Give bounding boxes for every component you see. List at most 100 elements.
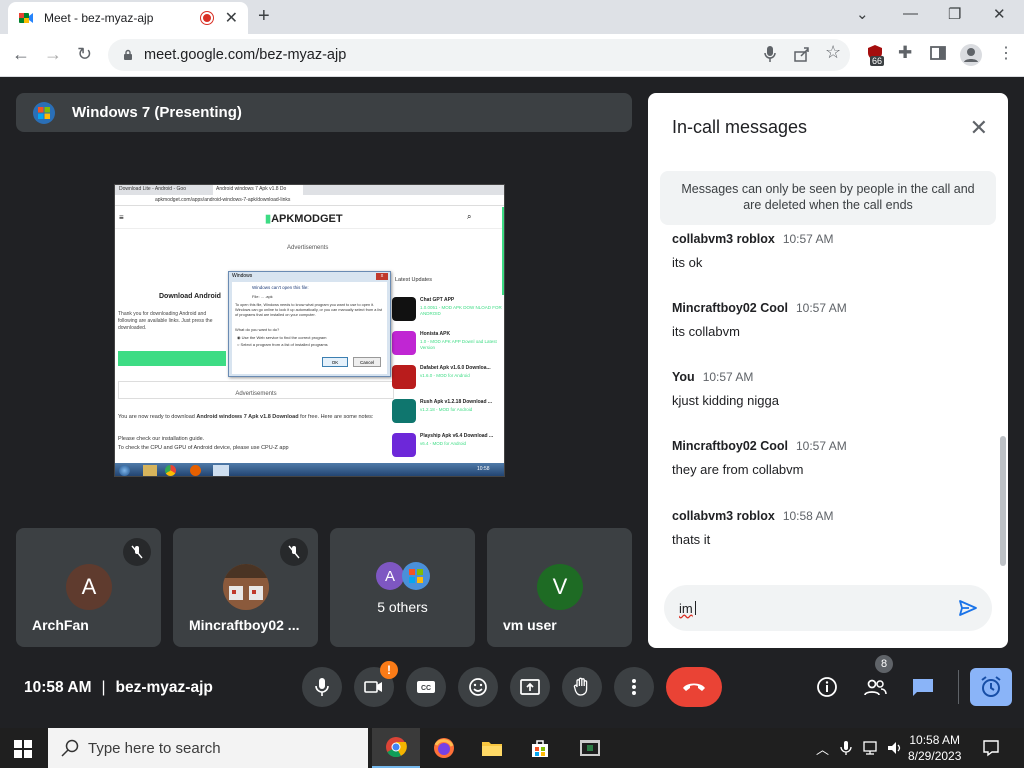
people-button[interactable]: 8	[861, 655, 893, 701]
raise-hand-button[interactable]	[562, 667, 602, 707]
taskbar-store[interactable]	[516, 728, 564, 768]
windows-start-icon[interactable]	[14, 740, 32, 758]
people-icon	[864, 679, 887, 696]
captions-button[interactable]: CC	[406, 667, 446, 707]
shared-tab-2: Android windows 7 Apk v1.8 Do	[213, 185, 303, 195]
participant-name: vm user	[503, 617, 557, 633]
message-time: 10:57 AM	[782, 232, 834, 246]
mic-off-icon	[280, 538, 308, 566]
more-options-button[interactable]	[614, 667, 654, 707]
taskbar-firefox[interactable]	[420, 728, 468, 768]
message-sender: Mincraftboy02 Cool	[672, 439, 788, 453]
shared-sidebar-item-title: Playship Apk v6.4 Download ...	[420, 433, 494, 439]
notifications-icon[interactable]	[982, 739, 1000, 757]
current-time: 10:58 AM	[24, 679, 92, 696]
shared-sidebar-item-sub: v1.6.0 - MOD for Android	[420, 373, 470, 378]
meeting-code: bez-myaz-ajp	[115, 679, 213, 696]
lock-icon	[124, 49, 132, 60]
taskbar-search[interactable]: Type here to search	[48, 728, 368, 768]
tray-clock[interactable]: 10:58 AM 8/29/2023	[908, 732, 961, 764]
restore-button[interactable]: ❐	[948, 5, 961, 23]
remote-chrome-icon	[165, 465, 176, 476]
tab-search-icon[interactable]: ⌄	[856, 5, 869, 23]
shared-search-icon: ⌕	[467, 212, 472, 221]
chat-button[interactable]	[909, 673, 937, 701]
browser-menu-icon[interactable]: ⋮	[998, 43, 1014, 63]
presenting-label: Windows 7 (Presenting)	[72, 104, 242, 121]
chat-scrollbar[interactable]	[1000, 436, 1006, 566]
new-tab-button[interactable]: +	[258, 5, 270, 28]
shared-sidebar-item-title: Dafabet Apk v1.6.0 Downloa...	[420, 365, 491, 371]
camera-button[interactable]: !	[354, 661, 398, 707]
shared-scrollbar	[502, 207, 504, 295]
closed-captions-icon: CC	[417, 681, 435, 693]
chat-message: Mincraftboy02 Cool 10:57 AM its collabvm	[672, 299, 992, 339]
end-call-icon	[683, 683, 705, 691]
extensions-puzzle-icon[interactable]: ✚	[898, 43, 912, 63]
tray-time: 10:58 AM	[909, 733, 961, 747]
activities-button[interactable]	[970, 668, 1012, 706]
volume-icon[interactable]	[886, 740, 904, 756]
search-icon	[61, 739, 79, 757]
bookmark-star-icon[interactable]: ☆	[825, 42, 841, 63]
shared-site-header: ≡ ▮APKMODGET ⌕	[115, 207, 504, 229]
chat-message: collabvm3 roblox 10:57 AM its ok	[672, 230, 992, 270]
taskbar-remote-app[interactable]	[566, 728, 614, 768]
minimize-button[interactable]: —	[903, 5, 918, 22]
address-bar[interactable]: meet.google.com/bez-myaz-ajp	[108, 39, 850, 71]
tray-chevron-icon[interactable]: ︿	[816, 739, 829, 758]
chat-message: collabvm3 roblox 10:58 AM thats it	[672, 507, 992, 547]
message-time: 10:58 AM	[782, 509, 834, 523]
close-window-button[interactable]: ✕	[993, 5, 1006, 23]
microphone-icon[interactable]	[763, 45, 777, 63]
shared-body1: Thank you for downloading Android and fo…	[118, 311, 213, 331]
windows-open-with-dialog: Windows x Windows can't open this file: …	[228, 271, 391, 377]
tray-microphone-icon[interactable]	[840, 740, 852, 756]
dialog-cancel-button: Cancel	[353, 357, 381, 367]
extension-shield-icon[interactable]: 66	[866, 44, 885, 66]
present-screen-icon	[520, 679, 540, 695]
shared-body3: Please check our installation guide.	[118, 436, 205, 442]
message-sender: Mincraftboy02 Cool	[672, 301, 788, 315]
avatar: A	[66, 564, 112, 610]
message-time: 10:57 AM	[796, 301, 847, 315]
participant-tile-others[interactable]: A 5 others	[330, 528, 475, 647]
forward-button[interactable]: →	[44, 44, 62, 65]
present-screen-button[interactable]	[510, 667, 550, 707]
dialog-close-icon: x	[376, 273, 388, 280]
microphone-icon	[315, 678, 329, 696]
extension-badge: 66	[870, 56, 885, 66]
close-chat-button[interactable]: ✕	[970, 115, 988, 141]
chat-message-input[interactable]: im	[664, 585, 992, 631]
leave-call-button[interactable]	[666, 667, 722, 707]
shared-download-button	[118, 351, 226, 366]
profile-avatar-icon[interactable]	[960, 44, 982, 66]
back-button[interactable]: ←	[12, 44, 30, 65]
tab-close-icon[interactable]: ✕	[225, 8, 238, 28]
shared-sidebar-item-sub: 1.0 - MOD APK APP Downl oad Latest Versi…	[420, 339, 497, 350]
dialog-line1: Windows can't open this file:	[252, 285, 309, 290]
reactions-button[interactable]	[458, 667, 498, 707]
share-icon[interactable]	[793, 45, 811, 63]
reload-button[interactable]: ↻	[77, 44, 92, 65]
network-icon[interactable]	[862, 740, 880, 756]
camera-warning-badge: !	[380, 661, 398, 679]
svg-text:CC: CC	[421, 685, 431, 692]
side-panel-icon[interactable]	[930, 45, 946, 61]
app-icon	[392, 433, 416, 457]
participant-tile-vm-user[interactable]: V vm user	[487, 528, 632, 647]
app-icon	[392, 399, 416, 423]
taskbar-chrome[interactable]	[372, 728, 420, 768]
shared-sidebar-item-sub: 1.0.0051 - MOD APK DOW NLOAD FOR ANDROID	[420, 305, 502, 316]
tab-meet[interactable]: Meet - bez-myaz-ajp ✕	[8, 2, 248, 34]
taskbar-file-explorer[interactable]	[468, 728, 516, 768]
shared-ads-box: Advertisements	[118, 381, 394, 399]
meeting-details-button[interactable]	[813, 673, 841, 701]
microphone-button[interactable]	[302, 667, 342, 707]
folder-icon	[482, 742, 502, 756]
shared-menu-icon: ≡	[119, 213, 124, 222]
chat-message: Mincraftboy02 Cool 10:57 AM they are from…	[672, 437, 992, 477]
participant-tile-mincraftboy02[interactable]: Mincraftboy02 ...	[173, 528, 318, 647]
participant-tile-archfan[interactable]: A ArchFan	[16, 528, 161, 647]
send-message-icon[interactable]	[958, 598, 978, 618]
